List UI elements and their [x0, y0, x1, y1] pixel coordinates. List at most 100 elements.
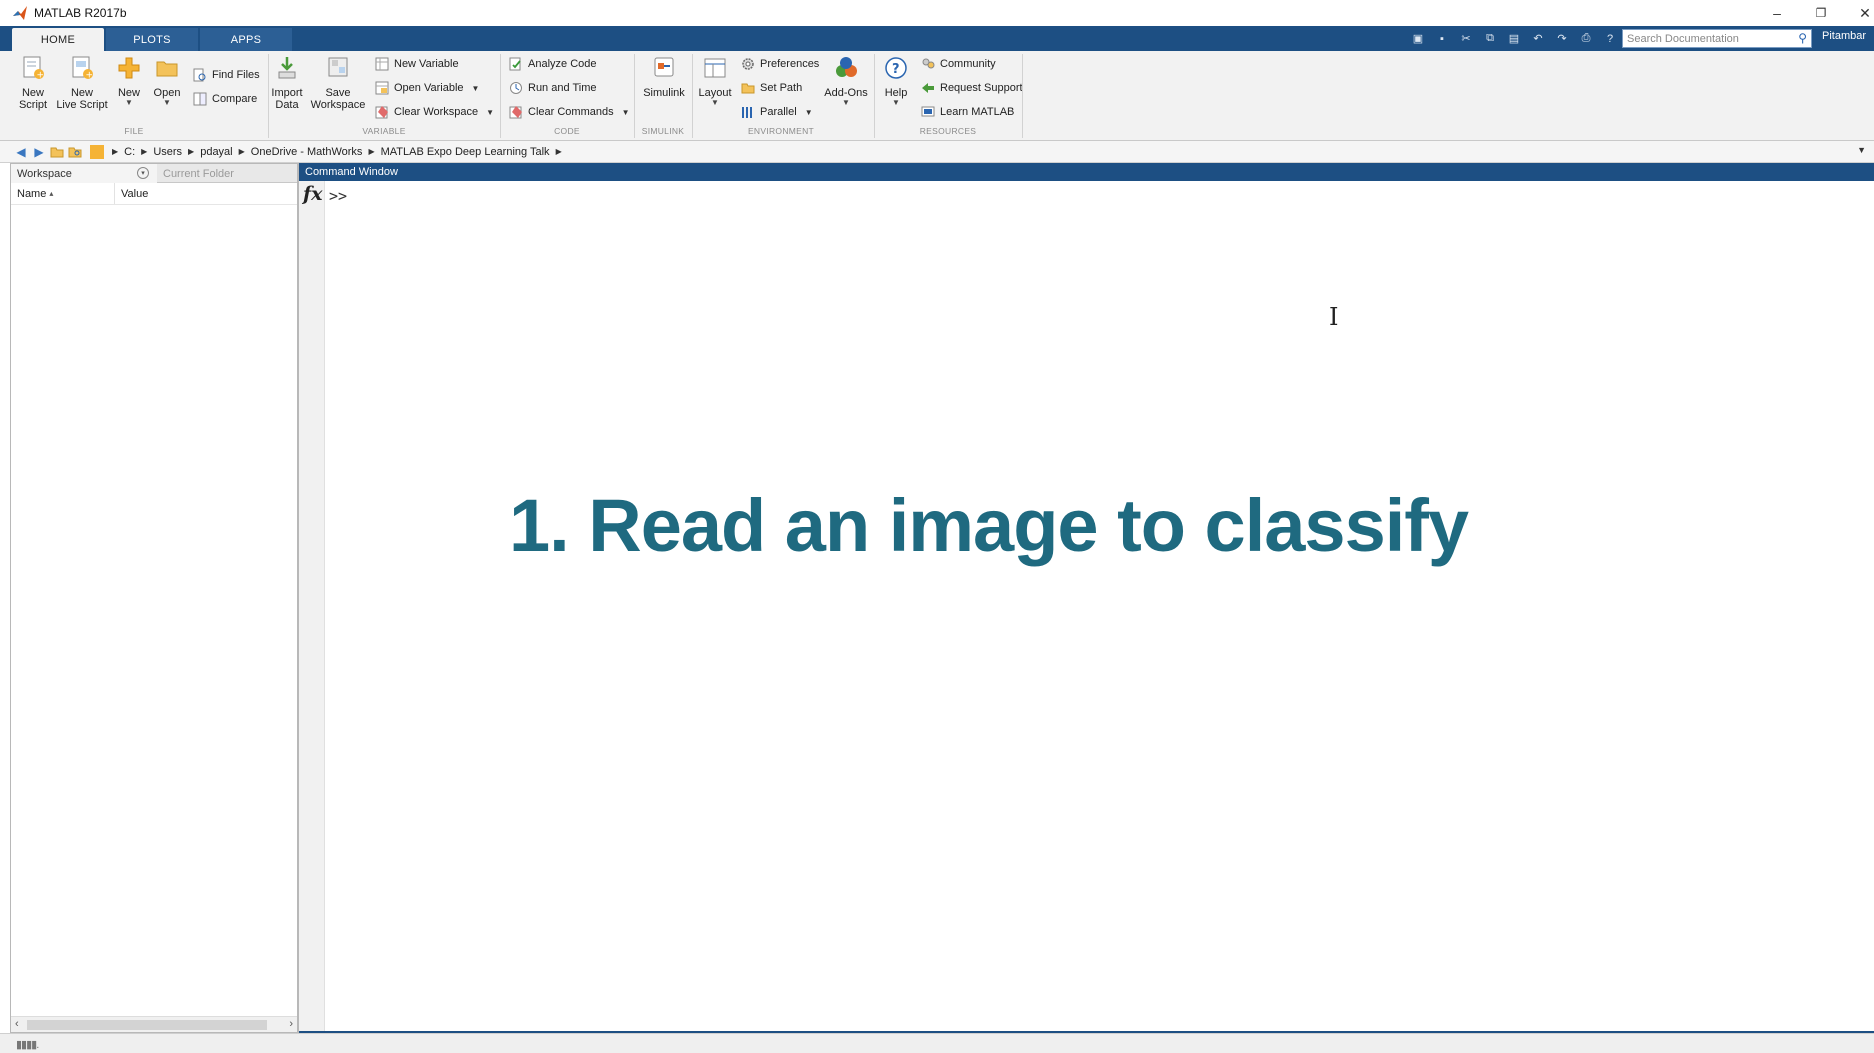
panel-actions-icon[interactable]: ▾	[137, 167, 149, 179]
community-label: Community	[940, 58, 996, 70]
open-variable-icon	[374, 80, 390, 96]
user-account-menu[interactable]: Pitambar	[1822, 30, 1866, 42]
status-grip-icon: ▮▮▮▮.	[16, 1039, 39, 1051]
help-dropdown-icon: ▼	[892, 98, 900, 107]
open-button[interactable]: Open ▼	[152, 55, 182, 107]
breadcrumb-expo-folder[interactable]: MATLAB Expo Deep Learning Talk	[381, 146, 550, 158]
tab-current-folder[interactable]: Current Folder	[157, 164, 297, 183]
import-data-button[interactable]: Import Data	[270, 55, 304, 111]
quick-access-save-icon[interactable]: ▪	[1432, 29, 1452, 48]
preferences-button[interactable]: Preferences	[740, 54, 819, 74]
browse-folder-icon[interactable]	[66, 143, 84, 161]
new-live-script-label-1: New	[70, 87, 93, 99]
simulink-section-label: SIMULINK	[641, 126, 685, 136]
root-folder-icon[interactable]	[90, 144, 104, 159]
quick-access-paste-icon[interactable]: ▤	[1504, 29, 1524, 48]
up-folder-icon[interactable]	[48, 143, 66, 161]
simulink-button[interactable]: Simulink	[640, 55, 688, 99]
new-variable-icon	[374, 56, 390, 72]
new-live-script-button[interactable]: + New Live Script	[56, 55, 108, 111]
parallel-button[interactable]: Parallel ▼	[740, 102, 813, 122]
restore-button[interactable]: ❐	[1799, 0, 1843, 26]
workspace-tab-label: Workspace	[17, 167, 72, 180]
environment-section-label: ENVIRONMENT	[747, 126, 815, 136]
open-variable-button[interactable]: Open Variable ▼	[374, 78, 479, 98]
file-section-label: FILE	[124, 126, 144, 136]
parallel-dropdown-icon[interactable]: ▼	[805, 108, 813, 117]
community-button[interactable]: Community	[920, 54, 996, 74]
quick-access-new-icon[interactable]: ▣	[1408, 29, 1428, 48]
address-dropdown-icon[interactable]: ▼	[1857, 145, 1866, 155]
layout-button[interactable]: Layout ▼	[698, 55, 732, 107]
command-window[interactable]: Command Window fx >> 1. Read an image to…	[298, 163, 1874, 1033]
open-dropdown-icon: ▼	[163, 98, 171, 107]
layout-dropdown-icon: ▼	[711, 98, 719, 107]
breadcrumb-separator: ▶	[112, 147, 119, 156]
compare-icon	[192, 91, 208, 107]
find-files-button[interactable]: Find Files	[192, 65, 260, 85]
column-header-name[interactable]: Name ▴	[11, 183, 115, 204]
variable-section-label: VARIABLE	[362, 126, 406, 136]
request-support-icon	[920, 80, 936, 96]
quick-access-copy-icon[interactable]: ⧉	[1480, 29, 1500, 48]
request-support-button[interactable]: Request Support	[920, 78, 1023, 98]
minimize-button[interactable]: –	[1755, 0, 1799, 26]
set-path-button[interactable]: Set Path	[740, 78, 802, 98]
quick-access-cut-icon[interactable]: ✂	[1456, 29, 1476, 48]
analyze-code-button[interactable]: Analyze Code	[508, 54, 597, 74]
search-documentation-input[interactable]: Search Documentation ⚲	[1622, 29, 1812, 48]
back-arrow-icon[interactable]: ◀	[12, 143, 30, 161]
learn-matlab-button[interactable]: Learn MATLAB	[920, 102, 1014, 122]
slide-overlay-caption: 1. Read an image to classify	[509, 484, 1469, 567]
open-variable-dropdown-icon[interactable]: ▼	[472, 84, 480, 93]
add-ons-button[interactable]: Add-Ons ▼	[822, 55, 870, 107]
clear-commands-button[interactable]: Clear Commands ▼	[508, 102, 630, 122]
scroll-left-icon[interactable]: ‹	[15, 1018, 19, 1030]
save-workspace-button[interactable]: Save Workspace	[310, 55, 366, 111]
search-icon[interactable]: ⚲	[1798, 31, 1807, 45]
breadcrumb-pdayal[interactable]: pdayal	[200, 146, 232, 158]
quick-access-redo-icon[interactable]: ↷	[1552, 29, 1572, 48]
breadcrumb-onedrive[interactable]: OneDrive - MathWorks	[251, 146, 363, 158]
new-button[interactable]: New ▼	[114, 55, 144, 107]
clear-workspace-dropdown-icon[interactable]: ▼	[486, 108, 494, 117]
column-header-value[interactable]: Value	[115, 188, 148, 200]
clear-commands-icon	[508, 104, 524, 120]
new-plus-icon	[116, 55, 142, 81]
import-data-icon	[274, 55, 300, 81]
breadcrumb-c[interactable]: C:	[124, 146, 135, 158]
parallel-label: Parallel	[760, 106, 797, 118]
new-variable-button[interactable]: New Variable	[374, 54, 459, 74]
tab-workspace[interactable]: Workspace ▾	[11, 164, 157, 183]
clear-workspace-button[interactable]: Clear Workspace ▼	[374, 102, 494, 122]
breadcrumb-separator: ▶	[188, 147, 195, 156]
save-workspace-label-1: Save	[325, 87, 351, 99]
close-button[interactable]: ✕	[1843, 0, 1874, 26]
find-files-icon	[192, 67, 208, 83]
scroll-right-icon[interactable]: ›	[289, 1018, 293, 1030]
help-button[interactable]: ? Help ▼	[878, 55, 914, 107]
compare-button[interactable]: Compare	[192, 89, 257, 109]
new-live-script-label-2: Live Script	[56, 99, 108, 111]
breadcrumb-users[interactable]: Users	[153, 146, 182, 158]
command-prompt: >>	[329, 187, 348, 205]
forward-arrow-icon[interactable]: ▶	[30, 143, 48, 161]
function-browser-icon[interactable]: fx	[303, 183, 323, 205]
quick-access-undo-icon[interactable]: ↶	[1528, 29, 1548, 48]
analyze-code-label: Analyze Code	[528, 58, 597, 70]
workspace-column-headers: Name ▴ Value	[11, 183, 297, 205]
find-files-label: Find Files	[212, 69, 260, 81]
tab-plots[interactable]: PLOTS	[106, 28, 198, 51]
column-name-label: Name	[17, 187, 47, 200]
tab-apps[interactable]: APPS	[200, 28, 292, 51]
new-script-button[interactable]: + New Script	[14, 55, 52, 111]
text-cursor-icon: I	[1329, 303, 1339, 331]
quick-access-help-icon[interactable]: ?	[1600, 29, 1620, 48]
clear-commands-dropdown-icon[interactable]: ▼	[622, 108, 630, 117]
tab-home[interactable]: HOME	[12, 28, 104, 51]
quick-access-switch-window-icon[interactable]: ⎙	[1576, 29, 1596, 48]
run-and-time-button[interactable]: Run and Time	[508, 78, 596, 98]
sort-ascending-icon: ▴	[49, 189, 54, 198]
workspace-horizontal-scrollbar[interactable]: ‹ ›	[11, 1016, 297, 1032]
scrollbar-thumb[interactable]	[27, 1020, 267, 1030]
